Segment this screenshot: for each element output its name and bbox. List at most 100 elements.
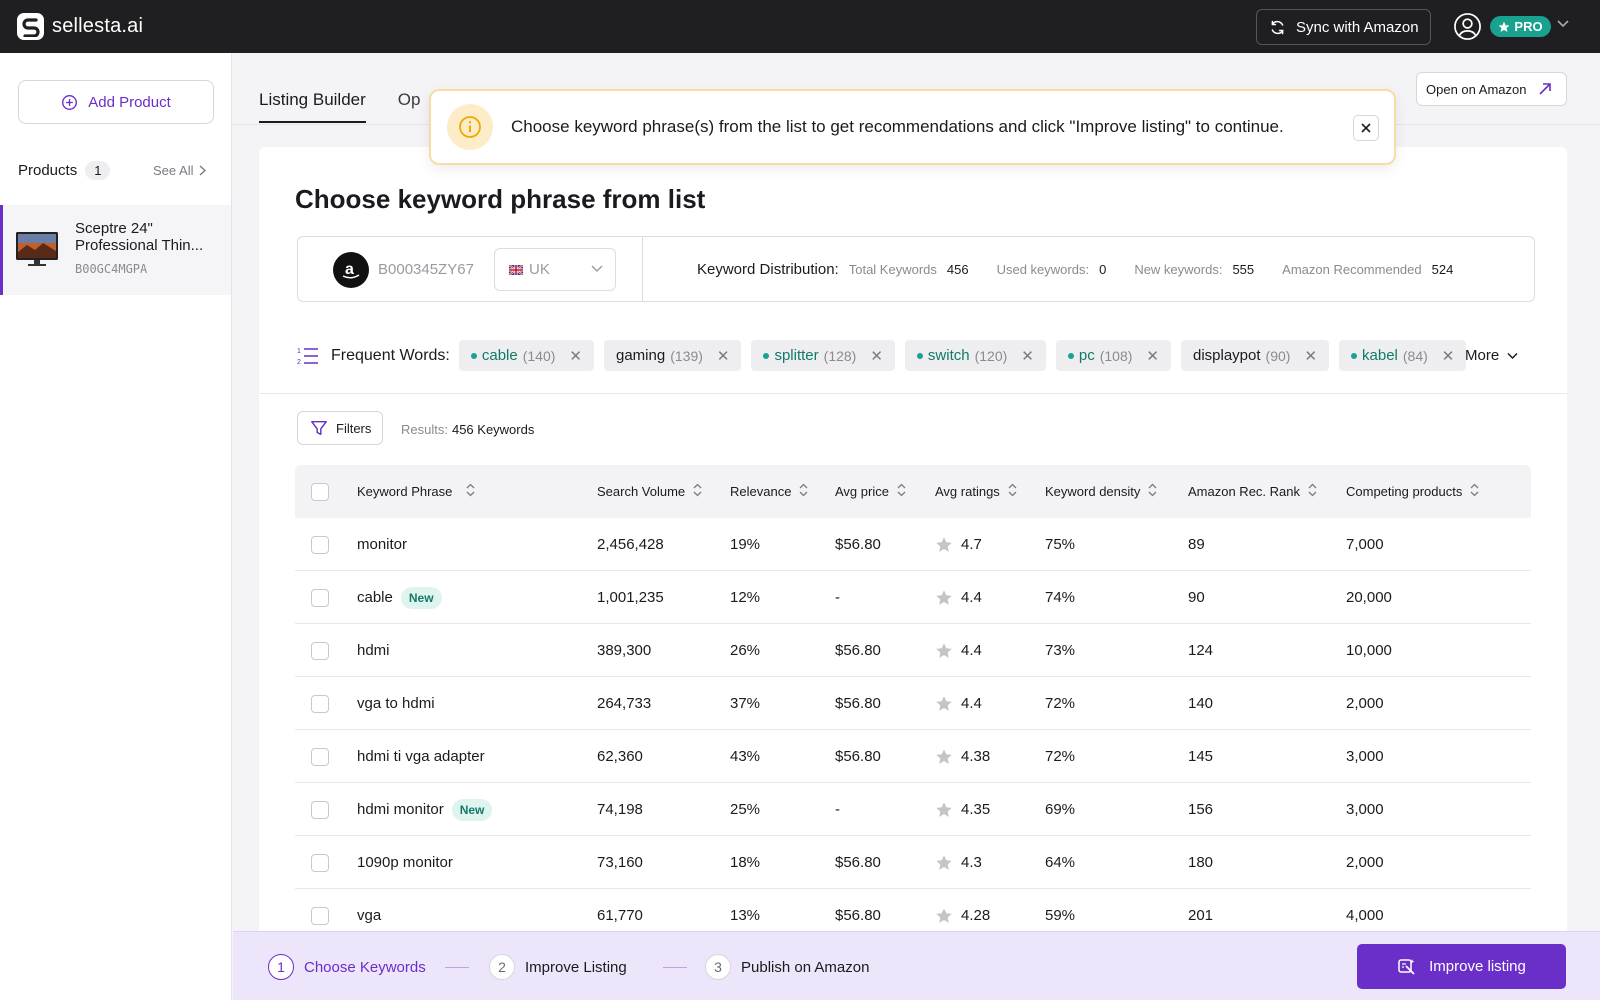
remove-chip-icon[interactable]: ✕ <box>1021 347 1034 365</box>
remove-chip-icon[interactable]: ✕ <box>1146 347 1159 365</box>
keyword-card: Choose keyword phrase from list a B00034… <box>259 147 1567 1000</box>
open-on-amazon-button[interactable]: Open on Amazon <box>1416 72 1567 106</box>
frequent-word-chip[interactable]: cable (140) ✕ <box>458 340 594 371</box>
column-header[interactable]: Amazon Rec. Rank <box>1188 465 1317 518</box>
see-all-link[interactable]: See All <box>153 163 207 178</box>
column-header[interactable]: Avg ratings <box>935 465 1017 518</box>
star-icon <box>935 536 953 554</box>
brand-name: sellesta.ai <box>52 15 144 37</box>
step-2[interactable]: 2 Improve Listing <box>489 954 627 980</box>
sidebar-product-item[interactable]: Sceptre 24" Professional Thin... B00GC4M… <box>0 205 231 295</box>
frequent-word-chip[interactable]: gaming (139) ✕ <box>604 340 742 371</box>
select-all-checkbox[interactable] <box>311 465 329 518</box>
sort-icon[interactable] <box>693 483 702 500</box>
chip-word: gaming <box>616 347 666 364</box>
table-row[interactable]: hdmi ti vga adapter 62,360 43% $56.80 4.38 72… <box>295 730 1531 783</box>
column-header[interactable]: Keyword density <box>1045 465 1157 518</box>
frequent-word-chip[interactable]: kabel (84) ✕ <box>1339 340 1467 371</box>
star-icon <box>935 748 953 766</box>
frequent-word-chip[interactable]: switch (120) ✕ <box>904 340 1046 371</box>
table-row[interactable]: cable New 1,001,235 12% - 4.4 74% 90 20,000 <box>295 571 1531 624</box>
highlight-dot <box>1351 352 1358 359</box>
asin-value: B000345ZY67 <box>378 261 474 278</box>
sort-icon[interactable] <box>1008 483 1017 500</box>
keyword-cell: vga to hdmi <box>357 695 435 712</box>
country-select[interactable]: UK <box>494 248 616 291</box>
table-row[interactable]: 1090p monitor 73,160 18% $56.80 4.3 64% 180 2,0… <box>295 836 1531 889</box>
step-3[interactable]: 3 Publish on Amazon <box>705 954 869 980</box>
frequent-word-chip[interactable]: splitter (128) ✕ <box>751 340 895 371</box>
keyword-cell: hdmi monitor New <box>357 783 493 836</box>
column-header[interactable]: Competing products <box>1346 465 1479 518</box>
density-cell: 69% <box>1045 801 1076 818</box>
sync-with-amazon-button[interactable]: Sync with Amazon <box>1256 9 1431 45</box>
top-bar: sellesta.ai Sync with Amazon PRO <box>0 0 1600 53</box>
remove-chip-icon[interactable]: ✕ <box>1442 347 1455 365</box>
row-checkbox[interactable] <box>311 677 329 730</box>
table-row[interactable]: vga to hdmi 264,733 37% $56.80 4.4 72% 140 2,00… <box>295 677 1531 730</box>
sort-icon[interactable] <box>1308 483 1317 500</box>
table-row[interactable]: hdmi monitor New 74,198 25% - 4.35 69% 156 3,000 <box>295 783 1531 836</box>
row-checkbox[interactable] <box>311 783 329 836</box>
keyword-distribution: Keyword Distribution: Total Keywords 456… <box>697 261 1454 278</box>
remove-chip-icon[interactable]: ✕ <box>569 347 582 365</box>
table-row[interactable]: monitor 2,456,428 19% $56.80 4.7 75% 89 7,000 <box>295 518 1531 571</box>
rank-cell: 180 <box>1188 854 1214 871</box>
add-product-button[interactable]: Add Product <box>18 80 214 124</box>
plus-circle-icon <box>62 94 78 110</box>
steps-bar: 1 Choose Keywords 2 Improve Listing 3 Publish… <box>233 931 1600 1000</box>
sort-icon[interactable] <box>1148 483 1157 500</box>
column-header[interactable]: Keyword Phrase <box>357 465 475 518</box>
products-count-badge: 1 <box>85 161 111 180</box>
tab-second[interactable]: Op <box>398 90 421 123</box>
sync-icon <box>1271 20 1284 34</box>
user-avatar-icon[interactable] <box>1453 12 1482 41</box>
table-row[interactable]: hdmi 389,300 26% $56.80 4.4 73% 124 10,000 <box>295 624 1531 677</box>
sort-icon[interactable] <box>897 483 906 500</box>
volume-cell: 62,360 <box>597 748 643 765</box>
keyword-cell: hdmi <box>357 642 390 659</box>
sort-icon[interactable] <box>1470 483 1479 500</box>
filters-button[interactable]: Filters <box>297 411 383 445</box>
relevance-cell: 25% <box>730 801 761 818</box>
rating-cell: 4.35 <box>935 783 990 836</box>
table-header: Keyword Phrase Search Volume Relevance Avg … <box>295 465 1531 518</box>
row-checkbox[interactable] <box>311 730 329 783</box>
new-badge: New <box>451 798 493 821</box>
row-checkbox[interactable] <box>311 518 329 571</box>
chip-count: (140) <box>522 347 556 364</box>
frequent-word-chip[interactable]: displaypot (90) ✕ <box>1180 340 1330 371</box>
relevance-cell: 43% <box>730 748 761 765</box>
brand-logo[interactable]: sellesta.ai <box>17 13 143 40</box>
column-header[interactable]: Relevance <box>730 465 808 518</box>
new-keywords-value: 555 <box>1232 262 1255 277</box>
relevance-cell: 26% <box>730 642 761 659</box>
chevron-down-icon[interactable] <box>1557 19 1569 29</box>
row-checkbox[interactable] <box>311 624 329 677</box>
frequent-word-chip[interactable]: pc (108) ✕ <box>1055 340 1171 371</box>
sort-icon[interactable] <box>466 483 475 500</box>
highlight-dot <box>916 352 923 359</box>
step-1[interactable]: 1 Choose Keywords <box>268 954 426 980</box>
relevance-cell: 19% <box>730 536 761 553</box>
toast-close-button[interactable] <box>1353 115 1379 141</box>
more-dropdown[interactable]: More <box>1465 347 1518 364</box>
row-checkbox[interactable] <box>311 571 329 624</box>
remove-chip-icon[interactable]: ✕ <box>870 347 883 365</box>
remove-chip-icon[interactable]: ✕ <box>717 347 730 365</box>
star-icon <box>935 589 953 607</box>
rating-cell: 4.3 <box>935 836 982 889</box>
tab-listing-builder[interactable]: Listing Builder <box>259 90 366 123</box>
remove-chip-icon[interactable]: ✕ <box>1304 347 1317 365</box>
row-checkbox[interactable] <box>311 836 329 889</box>
column-header[interactable]: Avg price <box>835 465 906 518</box>
star-icon <box>935 801 953 819</box>
volume-cell: 2,456,428 <box>597 536 664 553</box>
improve-listing-button[interactable]: Improve listing <box>1357 944 1566 989</box>
svg-text:2: 2 <box>297 359 301 366</box>
price-cell: $56.80 <box>835 695 881 712</box>
amazon-logo-icon: a <box>333 252 369 288</box>
results-count: Results: 456 Keywords <box>401 422 535 437</box>
sort-icon[interactable] <box>799 483 808 500</box>
column-header[interactable]: Search Volume <box>597 465 702 518</box>
